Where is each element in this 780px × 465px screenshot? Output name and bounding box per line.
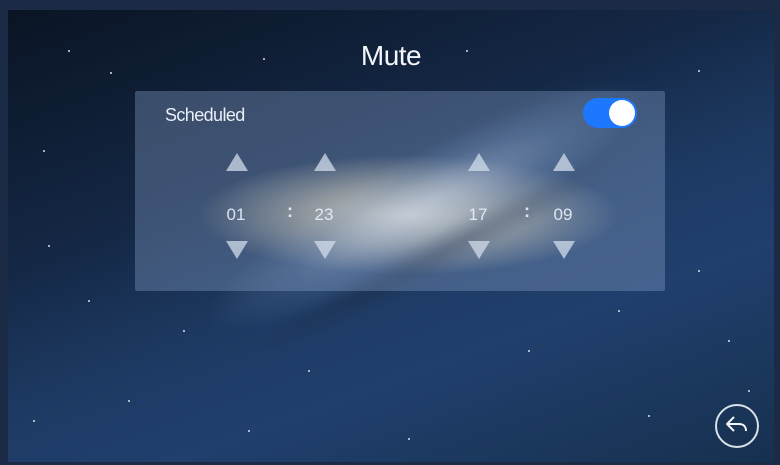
start-hour-value: 01 <box>226 205 246 224</box>
star <box>110 72 112 74</box>
start-time-separator: : <box>287 201 293 221</box>
back-button[interactable] <box>715 404 759 448</box>
star <box>128 400 130 402</box>
star <box>748 390 750 392</box>
scheduled-label: Scheduled <box>165 105 245 125</box>
star <box>648 415 650 417</box>
arrow-down-icon[interactable] <box>226 241 248 259</box>
schedule-panel: Scheduled 01 : 23 17 : 09 <box>135 91 665 291</box>
star <box>33 420 35 422</box>
arrow-up-icon[interactable] <box>468 153 490 171</box>
star <box>618 310 620 312</box>
arrow-down-icon[interactable] <box>314 241 336 259</box>
arrow-down-icon[interactable] <box>468 241 490 259</box>
star <box>48 245 50 247</box>
end-minute-value: 09 <box>553 205 573 224</box>
wallpaper-background: Mute Scheduled 01 : 23 17 : 09 <box>8 10 774 462</box>
back-icon <box>726 416 747 432</box>
arrow-down-icon[interactable] <box>553 241 575 259</box>
star <box>728 340 730 342</box>
arrow-up-icon[interactable] <box>314 153 336 171</box>
page-title: Mute <box>360 40 422 71</box>
star <box>248 430 250 432</box>
toggle-knob <box>609 100 635 126</box>
star <box>408 438 410 440</box>
star <box>183 330 185 332</box>
star <box>43 150 45 152</box>
star <box>528 350 530 352</box>
start-minute-value: 23 <box>314 205 334 224</box>
arrow-up-icon[interactable] <box>553 153 575 171</box>
scheduled-toggle[interactable] <box>583 98 637 128</box>
star <box>308 370 310 372</box>
star <box>88 300 90 302</box>
star <box>698 270 700 272</box>
end-hour-value: 17 <box>468 205 488 224</box>
arrow-up-icon[interactable] <box>226 153 248 171</box>
end-time-separator: : <box>524 201 530 221</box>
